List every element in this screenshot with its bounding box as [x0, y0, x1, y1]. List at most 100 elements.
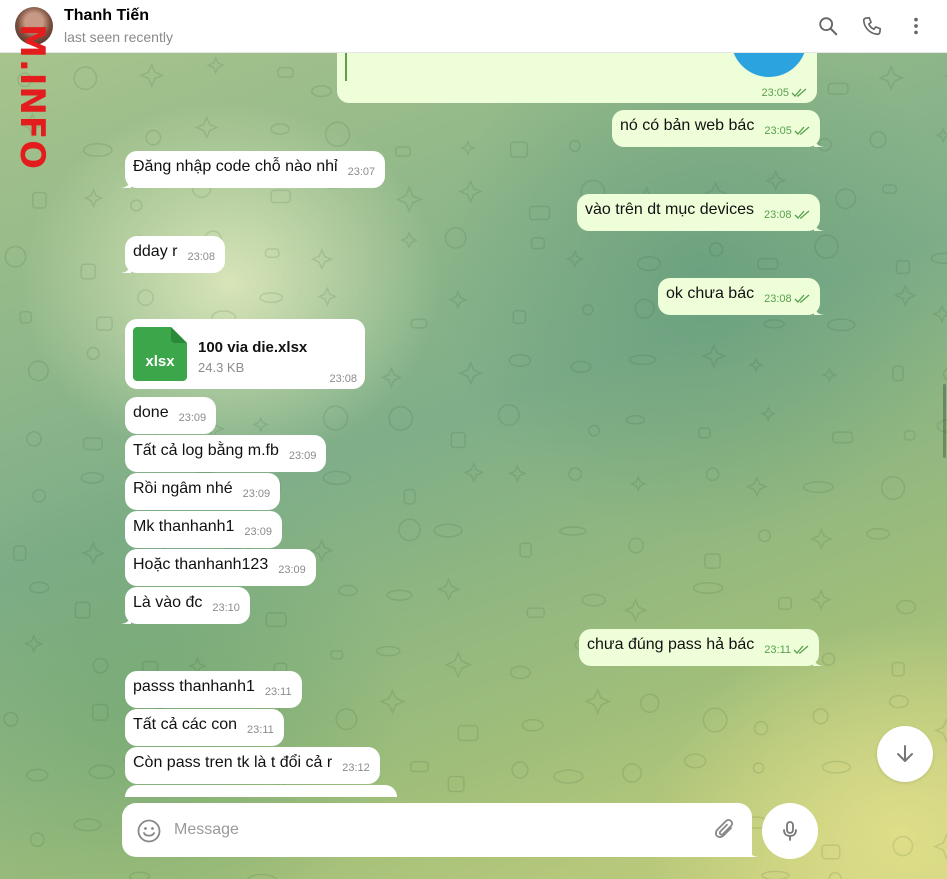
doodle-shape	[3, 711, 19, 727]
message-incoming-partial[interactable]	[125, 785, 397, 797]
doodle-shape	[259, 292, 284, 304]
doodle-shape	[410, 318, 428, 329]
message-incoming[interactable]: Rồi ngâm nhé 23:09	[125, 473, 281, 510]
quote-bar	[345, 53, 347, 81]
message-text: chưa đúng pass hả bác	[587, 636, 755, 653]
doodle-shape	[866, 527, 890, 540]
doodle-shape	[528, 205, 551, 221]
scrollbar[interactable]	[943, 384, 946, 458]
phone-icon[interactable]	[859, 13, 885, 39]
doodle-shape	[83, 188, 104, 209]
message-outgoing[interactable]: vào trên dt mục devices 23:08	[577, 194, 826, 231]
doodle-shape	[139, 62, 165, 88]
doodle-shape	[692, 582, 724, 594]
message-text: ok chưa bác	[666, 285, 755, 302]
doodle-shape	[26, 431, 42, 447]
message-incoming[interactable]: Hoặc thanhanh123 23:09	[125, 549, 316, 586]
message-text: vào trên dt mục devices	[585, 201, 754, 218]
doodle-shape	[568, 467, 583, 481]
doodle-shape	[893, 283, 918, 308]
doodle-shape	[760, 405, 777, 422]
doodle-shape	[530, 237, 546, 250]
doodle-shape	[521, 718, 544, 732]
doodle-shape	[584, 687, 612, 715]
doodle-shape	[888, 694, 909, 709]
message-outgoing[interactable]: nó có bản web bác 23:05	[612, 110, 826, 147]
message-incoming[interactable]: Đăng nhập code chỗ nào nhỉ 23:07	[119, 151, 386, 188]
scroll-down-button[interactable]	[877, 726, 933, 782]
message-incoming[interactable]: Tất cả log bằng m.fb 23:09	[125, 435, 327, 472]
message-incoming[interactable]: passs thanhanh1 23:11	[125, 671, 302, 708]
paperclip-icon[interactable]	[712, 817, 738, 843]
doodle-shape	[128, 871, 151, 879]
message-incoming[interactable]: Còn pass tren tk là t đổi cả r 23:12	[125, 747, 380, 784]
doodle-shape	[497, 404, 520, 426]
message-text: Mk thanhanh1	[133, 518, 235, 535]
message-time: 23:09	[288, 450, 317, 462]
doodle-shape	[895, 259, 911, 275]
message-time: 23:09	[278, 564, 306, 576]
file-size: 24.3 KB	[198, 360, 245, 375]
message-time: 23:08	[329, 373, 357, 385]
doodle-shape	[565, 249, 585, 269]
doodle-shape	[933, 832, 947, 861]
doodle-shape	[892, 365, 904, 382]
message-incoming[interactable]: dday r 23:08	[119, 236, 225, 273]
doodle-shape	[933, 718, 947, 743]
doodle-shape	[570, 360, 592, 374]
doodle-shape	[622, 763, 642, 783]
doodle-shape	[702, 707, 728, 733]
forwarded-message-card[interactable]: 23:05	[337, 25, 817, 103]
doodle-shape	[265, 612, 287, 628]
microphone-button[interactable]	[762, 803, 818, 859]
doodle-shape	[81, 541, 106, 566]
doodle-shape	[459, 139, 476, 156]
message-time: 23:05	[761, 87, 807, 99]
message-incoming[interactable]: Là vào đc 23:10	[119, 587, 250, 624]
search-icon[interactable]	[815, 13, 841, 39]
doodle-shape	[942, 367, 947, 381]
doodle-shape	[701, 343, 727, 369]
emoji-icon[interactable]	[136, 818, 162, 844]
message-incoming[interactable]: Mk thanhanh1 23:09	[125, 511, 282, 548]
doodle-shape	[882, 184, 897, 194]
doodle-shape	[73, 66, 98, 91]
doodle-shape	[206, 55, 226, 75]
message-text: Hoặc thanhanh123	[133, 556, 269, 573]
message-incoming[interactable]: Tất cả các con 23:11	[125, 709, 284, 746]
message-time: 23:07	[347, 166, 376, 178]
spreadsheet-file-icon[interactable]: xlsx	[133, 327, 187, 381]
file-name: 100 via die.xlsx	[198, 339, 308, 356]
doodle-shape	[74, 601, 91, 619]
doodle-shape	[704, 553, 721, 569]
doodle-shape	[636, 256, 661, 272]
doodle-shape	[869, 131, 887, 149]
doodle-shape	[814, 234, 839, 259]
doodle-shape	[821, 760, 851, 774]
contact-name[interactable]: Thanh Tiến	[64, 7, 149, 25]
doodle-shape	[386, 589, 413, 601]
doodle-shape	[379, 688, 406, 715]
doodle-shape	[25, 768, 49, 782]
chat-header: Thanh Tiến last seen recently	[0, 0, 947, 53]
doodle-shape	[32, 488, 47, 503]
doodle-shape	[639, 693, 660, 714]
message-outgoing[interactable]: chưa đúng pass hả bác 23:11	[579, 629, 825, 666]
doodle-shape	[892, 835, 914, 857]
doodle-shape	[826, 318, 856, 332]
doodle-shape	[827, 82, 849, 95]
file-message[interactable]: xlsx 100 via die.xlsx 24.3 KB 23:08	[125, 319, 365, 389]
doodle-shape	[317, 286, 338, 307]
doodle-shape	[634, 298, 655, 319]
doodle-shape	[683, 753, 707, 769]
message-outgoing[interactable]: ok chưa bác 23:08	[658, 278, 826, 315]
message-input[interactable]	[174, 815, 694, 845]
message-incoming[interactable]: done 23:09	[125, 397, 217, 434]
doodle-shape	[757, 529, 772, 543]
doodle-shape	[448, 289, 468, 310]
watermark: M.INFO	[0, 24, 52, 170]
doodle-shape	[509, 141, 528, 158]
doodle-shape	[891, 661, 905, 677]
more-vertical-icon[interactable]	[903, 13, 929, 39]
doodle-shape	[82, 437, 104, 451]
